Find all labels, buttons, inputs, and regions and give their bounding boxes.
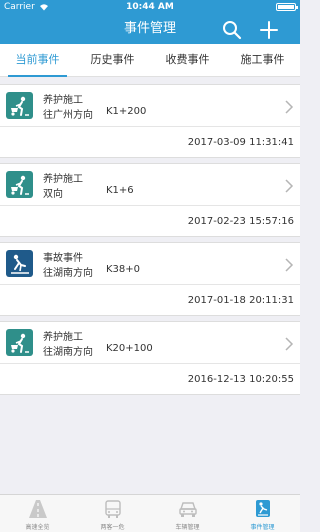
- status-time: 10:44 AM: [126, 2, 174, 12]
- tabbar-item-event-management[interactable]: 事件管理: [225, 495, 300, 532]
- tabbar-item-two-passenger[interactable]: 两客一危: [75, 495, 150, 532]
- event-type: 养护施工: [43, 332, 83, 343]
- tab-construction-events[interactable]: 施工事件: [225, 44, 300, 76]
- road-work-icon: [6, 171, 33, 198]
- event-tabs: 当前事件 历史事件 收费事件 施工事件: [0, 44, 300, 77]
- event-km: K38+0: [106, 264, 141, 275]
- event-card[interactable]: 事故事件 往湖南方向 K38+0 2017-01-18 20:11:31: [0, 242, 300, 316]
- event-direction: 往广州方向: [43, 110, 93, 121]
- tabbar-label: 事件管理: [250, 524, 275, 531]
- chevron-right-icon: [285, 179, 294, 193]
- tab-history-events[interactable]: 历史事件: [75, 44, 150, 76]
- tabbar-label: 车辆管理: [175, 524, 200, 531]
- event-km: K20+100: [106, 343, 153, 354]
- car-icon: [178, 502, 197, 517]
- road-work-icon: [6, 92, 33, 119]
- event-time: 2017-02-23 15:57:16: [187, 216, 294, 227]
- tabbar-label: 高速全览: [25, 524, 50, 531]
- event-direction: 往湖南方向: [43, 268, 93, 279]
- divider: [0, 284, 300, 285]
- divider: [0, 126, 300, 127]
- tabbar-item-vehicle-management[interactable]: 车辆管理: [150, 495, 225, 532]
- status-bar: Carrier 10:44 AM: [0, 0, 300, 14]
- event-card[interactable]: 养护施工 双向 K1+6 2017-02-23 15:57:16: [0, 163, 300, 237]
- bus-icon: [104, 500, 121, 518]
- tabbar-label: 两客一危: [100, 524, 125, 531]
- event-time: 2017-01-18 20:11:31: [187, 295, 294, 306]
- page-title: 事件管理: [123, 21, 176, 36]
- event-icon: [255, 500, 270, 517]
- tab-toll-events[interactable]: 收费事件: [150, 44, 225, 76]
- search-icon[interactable]: [222, 20, 242, 40]
- event-type: 事故事件: [43, 253, 83, 264]
- chevron-right-icon: [285, 258, 294, 272]
- event-type: 养护施工: [43, 174, 83, 185]
- event-time: 2017-03-09 11:31:41: [187, 137, 294, 148]
- event-direction: 往湖南方向: [43, 347, 93, 358]
- highway-icon: [28, 500, 47, 518]
- accident-icon: [6, 250, 33, 277]
- nav-bar: 事件管理: [0, 14, 300, 44]
- bottom-tab-bar: 高速全览 两客一危 车辆管理 事件管理: [0, 494, 300, 532]
- event-time: 2016-12-13 10:20:55: [187, 374, 294, 385]
- add-icon[interactable]: [259, 20, 279, 40]
- event-km: K1+200: [106, 106, 147, 117]
- divider: [0, 363, 300, 364]
- battery-icon: [276, 3, 298, 11]
- event-card[interactable]: 养护施工 往湖南方向 K20+100 2016-12-13 10:20:55: [0, 321, 300, 395]
- event-type: 养护施工: [43, 95, 83, 106]
- event-direction: 双向: [43, 189, 63, 200]
- tab-current-events[interactable]: 当前事件: [0, 44, 75, 77]
- tabbar-item-highway-overview[interactable]: 高速全览: [0, 495, 75, 532]
- road-work-icon: [6, 329, 33, 356]
- chevron-right-icon: [285, 337, 294, 351]
- event-card[interactable]: 养护施工 往广州方向 K1+200 2017-03-09 11:31:41: [0, 84, 300, 158]
- chevron-right-icon: [285, 100, 294, 114]
- divider: [0, 205, 300, 206]
- event-km: K1+6: [106, 185, 134, 196]
